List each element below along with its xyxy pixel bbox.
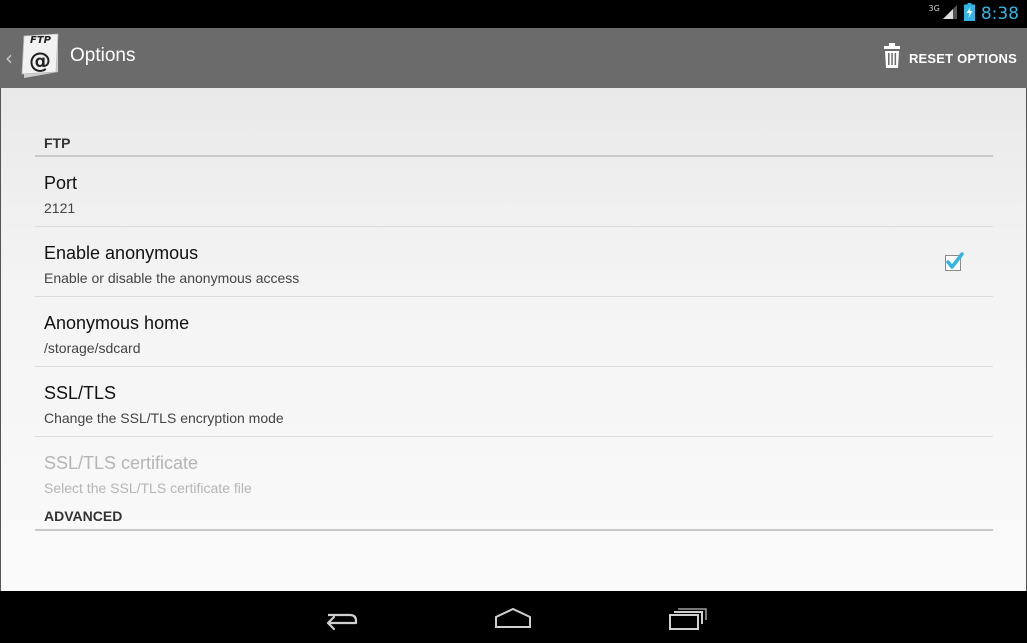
action-bar: ‹ @ FTP Options RESET OPTIONS bbox=[0, 28, 1027, 88]
app-logo[interactable]: @ FTP bbox=[20, 32, 62, 80]
page-title: Options bbox=[70, 45, 136, 66]
pref-anonymous-home[interactable]: Anonymous home /storage/sdcard bbox=[35, 297, 993, 367]
up-navigation-icon[interactable]: ‹ bbox=[5, 46, 13, 70]
category-ftp: FTP bbox=[35, 133, 993, 157]
status-bar: 3G 8:38 bbox=[0, 0, 1027, 28]
pref-anonymous-home-summary: /storage/sdcard bbox=[44, 340, 141, 356]
pref-ssl-certificate: SSL/TLS certificate Select the SSL/TLS c… bbox=[35, 437, 993, 505]
pref-anonymous-home-title: Anonymous home bbox=[44, 313, 190, 333]
app-logo-text: FTP bbox=[30, 35, 51, 46]
pref-ssl-certificate-title: SSL/TLS certificate bbox=[44, 453, 199, 473]
pref-ssl-tls[interactable]: SSL/TLS Change the SSL/TLS encryption mo… bbox=[35, 367, 993, 437]
back-icon[interactable] bbox=[316, 603, 366, 631]
category-advanced: ADVANCED bbox=[35, 505, 993, 531]
svg-text:@: @ bbox=[29, 49, 51, 74]
navigation-bar bbox=[0, 591, 1027, 643]
network-type-label: 3G bbox=[928, 3, 940, 13]
reset-options-label: RESET OPTIONS bbox=[908, 50, 1017, 66]
pref-ssl-tls-title: SSL/TLS bbox=[44, 383, 117, 403]
pref-port-title: Port bbox=[44, 173, 78, 193]
preferences-list: FTP Port 2121 Enable anonymous Enable or… bbox=[35, 88, 993, 531]
pref-enable-anonymous-title: Enable anonymous bbox=[44, 243, 199, 263]
battery-charging-icon bbox=[963, 3, 975, 25]
pref-ssl-tls-summary: Change the SSL/TLS encryption mode bbox=[44, 410, 284, 426]
home-icon[interactable] bbox=[488, 603, 538, 631]
pref-port[interactable]: Port 2121 bbox=[35, 157, 993, 227]
status-clock: 8:38 bbox=[980, 4, 1019, 24]
pref-enable-anonymous-summary: Enable or disable the anonymous access bbox=[44, 270, 300, 286]
recent-apps-icon[interactable] bbox=[662, 603, 712, 631]
reset-options-button[interactable]: RESET OPTIONS bbox=[883, 42, 1017, 74]
enable-anonymous-checkbox[interactable] bbox=[943, 251, 965, 273]
preferences-content: FTP Port 2121 Enable anonymous Enable or… bbox=[1, 88, 1026, 591]
pref-port-summary: 2121 bbox=[44, 200, 76, 216]
pref-enable-anonymous[interactable]: Enable anonymous Enable or disable the a… bbox=[35, 227, 993, 297]
pref-ssl-certificate-summary: Select the SSL/TLS certificate file bbox=[44, 480, 252, 496]
signal-icon bbox=[942, 4, 958, 24]
trash-icon bbox=[883, 43, 901, 73]
status-indicators: 3G 8:38 bbox=[929, 0, 1019, 28]
